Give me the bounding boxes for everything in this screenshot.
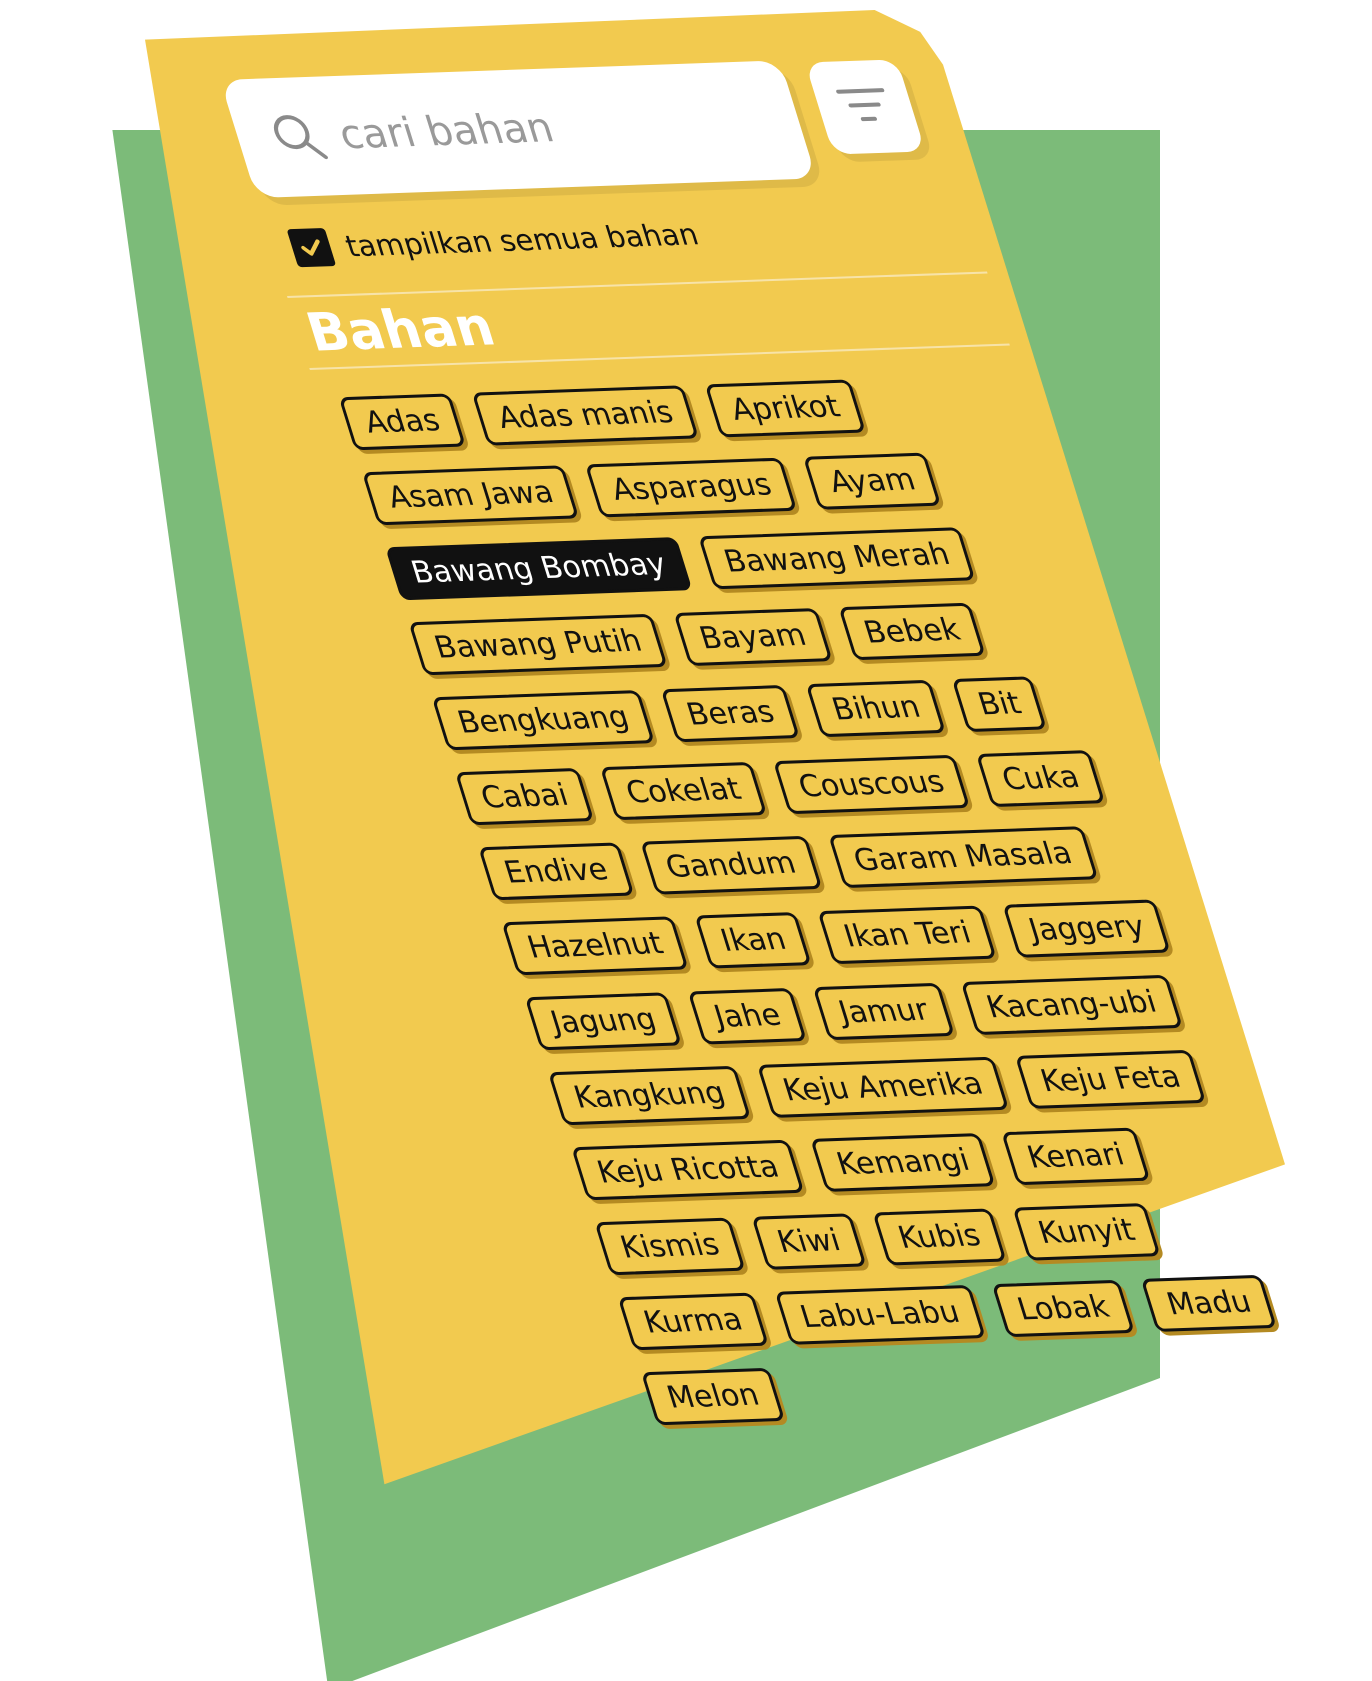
section-title: Bahan	[299, 297, 502, 364]
ingredient-tag[interactable]: Bihun	[805, 679, 947, 738]
show-all-checkbox[interactable]	[286, 227, 337, 268]
ingredient-tag[interactable]: Aprikot	[704, 379, 866, 438]
ingredient-tag[interactable]: Bawang Bombay	[385, 537, 693, 601]
show-all-label: tampilkan semua bahan	[341, 217, 703, 264]
ingredient-tag[interactable]: Melon	[640, 1367, 786, 1426]
search-box[interactable]	[220, 60, 817, 199]
ingredient-tag[interactable]: Beras	[660, 684, 801, 743]
ingredient-tag[interactable]: Asparagus	[585, 457, 798, 518]
ingredient-tag[interactable]: Kurma	[617, 1292, 769, 1351]
ingredient-tag[interactable]: Ikan	[694, 911, 813, 969]
ingredient-tag[interactable]: Jahe	[687, 987, 808, 1045]
ingredient-tag[interactable]: Madu	[1140, 1274, 1278, 1332]
search-icon	[264, 110, 332, 164]
search-input[interactable]	[330, 96, 770, 160]
ingredient-tag[interactable]: Bawang Putih	[408, 613, 668, 676]
ingredient-tag[interactable]: Couscous	[772, 754, 971, 815]
ingredient-tag[interactable]: Adas	[338, 393, 467, 451]
ingredient-tag[interactable]: Bebek	[837, 602, 987, 661]
ingredient-tag[interactable]: Kangkung	[547, 1065, 752, 1126]
ingredient-tag[interactable]: Kemangi	[810, 1133, 996, 1192]
ingredient-tag[interactable]: Kunyit	[1012, 1203, 1161, 1261]
stage: tampilkan semua bahan Bahan AdasAdas man…	[0, 0, 1372, 1681]
ingredient-tag[interactable]: Jaggery	[1002, 899, 1171, 958]
ingredient-tag[interactable]: Adas manis	[471, 385, 700, 446]
ingredient-tag[interactable]: Cokelat	[599, 761, 767, 821]
ingredient-tag[interactable]: Keju Ricotta	[571, 1139, 805, 1201]
ingredient-tag[interactable]: Bawang Merah	[697, 527, 976, 590]
filter-button[interactable]	[804, 59, 926, 155]
filter-icon	[832, 84, 898, 130]
ingredient-tag[interactable]: Cabai	[454, 767, 595, 826]
ingredient-tag[interactable]: Keju Feta	[1014, 1049, 1207, 1109]
ingredient-tag[interactable]: Jagung	[524, 992, 683, 1051]
ingredient-tag[interactable]: Cuka	[975, 750, 1106, 808]
ingredient-tag[interactable]: Bayam	[673, 608, 833, 667]
ingredient-tag[interactable]: Labu-Labu	[774, 1284, 986, 1345]
show-all-row: tampilkan semua bahan	[286, 203, 1059, 268]
ingredient-tag[interactable]: Kacang-ubi	[960, 974, 1183, 1036]
ingredient-tag[interactable]: Ayam	[803, 452, 942, 510]
check-icon	[301, 239, 320, 256]
ingredient-tag[interactable]: Hazelnut	[501, 916, 690, 976]
ingredient-tag[interactable]: Endive	[478, 842, 635, 901]
ingredient-tag[interactable]: Kenari	[1001, 1127, 1151, 1186]
ingredient-tag[interactable]: Kiwi	[751, 1213, 867, 1270]
ingredient-tag[interactable]: Lobak	[991, 1279, 1136, 1338]
ingredient-tag[interactable]: Bengkuang	[431, 690, 656, 751]
ingredient-tag[interactable]: Jamur	[812, 982, 955, 1041]
ingredient-tag[interactable]: Kismis	[594, 1217, 746, 1276]
ingredient-tag[interactable]: Ikan Teri	[817, 905, 998, 965]
ingredient-tag[interactable]: Kubis	[872, 1208, 1007, 1266]
ingredient-tag[interactable]: Keju Amerika	[756, 1056, 1009, 1118]
ingredient-tag[interactable]: Asam Jawa	[361, 465, 580, 526]
ingredient-tag[interactable]: Bit	[951, 676, 1048, 733]
ingredient-tag[interactable]: Gandum	[639, 835, 823, 895]
ingredient-tag[interactable]: Garam Masala	[827, 826, 1099, 889]
